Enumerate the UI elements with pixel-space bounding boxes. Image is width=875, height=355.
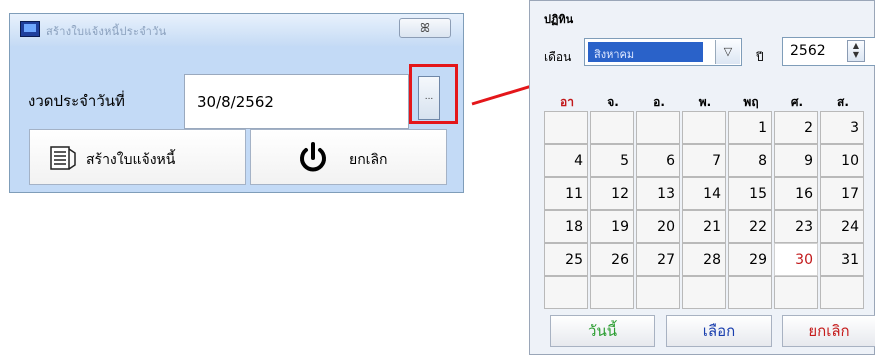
day-cell [590, 111, 634, 144]
app-monitor-icon [20, 21, 40, 37]
day-cell[interactable]: 1 [728, 111, 772, 144]
weekday-label: ศ. [790, 95, 804, 109]
create-invoice-label: สร้างใบแจ้งหนี้ [86, 152, 176, 168]
day-cell [544, 111, 588, 144]
day-cell [774, 276, 818, 309]
day-cell[interactable]: 11 [544, 177, 588, 210]
choose-button[interactable]: เลือก [666, 315, 772, 347]
cancel-label: ยกเลิก [349, 152, 388, 168]
year-label: ปี [756, 50, 764, 64]
day-cell[interactable]: 6 [636, 144, 680, 177]
day-cell [820, 276, 864, 309]
day-cell[interactable]: 16 [774, 177, 818, 210]
day-cell[interactable]: 26 [590, 243, 634, 276]
day-cell[interactable]: 30 [774, 243, 818, 276]
day-cell[interactable]: 31 [820, 243, 864, 276]
day-cell[interactable]: 2 [774, 111, 818, 144]
day-cell [544, 276, 588, 309]
day-cell [682, 276, 726, 309]
date-label: งวดประจำวันที่ [28, 92, 125, 110]
day-cell[interactable]: 22 [728, 210, 772, 243]
calendar-title: ปฏิทิน [544, 13, 574, 26]
day-cell[interactable]: 23 [774, 210, 818, 243]
day-cell [590, 276, 634, 309]
day-cell [636, 111, 680, 144]
weekday-label: ส. [837, 95, 849, 109]
spin-up-icon[interactable]: ▲ [848, 41, 864, 50]
day-cell[interactable]: 13 [636, 177, 680, 210]
day-cell[interactable]: 8 [728, 144, 772, 177]
month-value: สิงหาคม [588, 42, 703, 62]
weekday-label: อ. [653, 95, 665, 109]
day-cell[interactable]: 18 [544, 210, 588, 243]
date-input[interactable]: 30/8/2562 [184, 74, 409, 129]
chevron-down-icon[interactable]: ▽ [715, 40, 740, 64]
spin-down-icon[interactable]: ▼ [848, 50, 864, 59]
weekday-label: พฤ [743, 95, 759, 109]
day-cell[interactable]: 14 [682, 177, 726, 210]
cancel-button[interactable]: ยกเลิก [250, 129, 447, 185]
day-cell[interactable]: 15 [728, 177, 772, 210]
power-icon [300, 142, 326, 172]
close-button[interactable]: ꕤ [399, 18, 451, 38]
month-label: เดือน [544, 50, 572, 64]
day-cell[interactable]: 24 [820, 210, 864, 243]
calendar-cancel-button[interactable]: ยกเลิก [782, 315, 875, 347]
year-value: 2562 [790, 43, 826, 59]
day-cell[interactable]: 4 [544, 144, 588, 177]
today-button[interactable]: วันนี้ [550, 315, 655, 347]
day-cell[interactable]: 9 [774, 144, 818, 177]
day-cell [728, 276, 772, 309]
day-cell[interactable]: 28 [682, 243, 726, 276]
document-stack-icon [50, 146, 76, 170]
day-cell[interactable]: 12 [590, 177, 634, 210]
day-cell[interactable]: 5 [590, 144, 634, 177]
weekday-label: อา [560, 95, 574, 109]
day-cell[interactable]: 10 [820, 144, 864, 177]
day-cell[interactable]: 19 [590, 210, 634, 243]
day-cell [682, 111, 726, 144]
month-select[interactable]: สิงหาคม ▽ [584, 38, 742, 66]
day-cell[interactable]: 17 [820, 177, 864, 210]
day-cell[interactable]: 7 [682, 144, 726, 177]
day-cell[interactable]: 27 [636, 243, 680, 276]
day-cell[interactable]: 21 [682, 210, 726, 243]
year-spinner[interactable]: ▲ ▼ [847, 40, 865, 62]
day-cell[interactable]: 29 [728, 243, 772, 276]
day-cell[interactable]: 3 [820, 111, 864, 144]
day-cell [636, 276, 680, 309]
invoice-dialog: สร้างใบแจ้งหนี้ประจำวัน ꕤ งวดประจำวันที่… [9, 13, 464, 193]
highlight-box [409, 64, 458, 124]
create-invoice-button[interactable]: สร้างใบแจ้งหนี้ [29, 129, 246, 185]
year-input[interactable]: 2562 ▲ ▼ [782, 37, 875, 66]
day-cell[interactable]: 20 [636, 210, 680, 243]
date-value: 30/8/2562 [197, 93, 274, 111]
dialog-titlebar: สร้างใบแจ้งหนี้ประจำวัน ꕤ [10, 14, 463, 46]
day-cell[interactable]: 25 [544, 243, 588, 276]
weekday-label: พ. [698, 95, 712, 109]
close-icon: ꕤ [420, 21, 430, 35]
dialog-title: สร้างใบแจ้งหนี้ประจำวัน [46, 25, 167, 38]
calendar-window: ปฏิทิน เดือน สิงหาคม ▽ ปี 2562 ▲ ▼ อา จ. อ… [529, 0, 875, 355]
weekday-label: จ. [607, 95, 619, 109]
